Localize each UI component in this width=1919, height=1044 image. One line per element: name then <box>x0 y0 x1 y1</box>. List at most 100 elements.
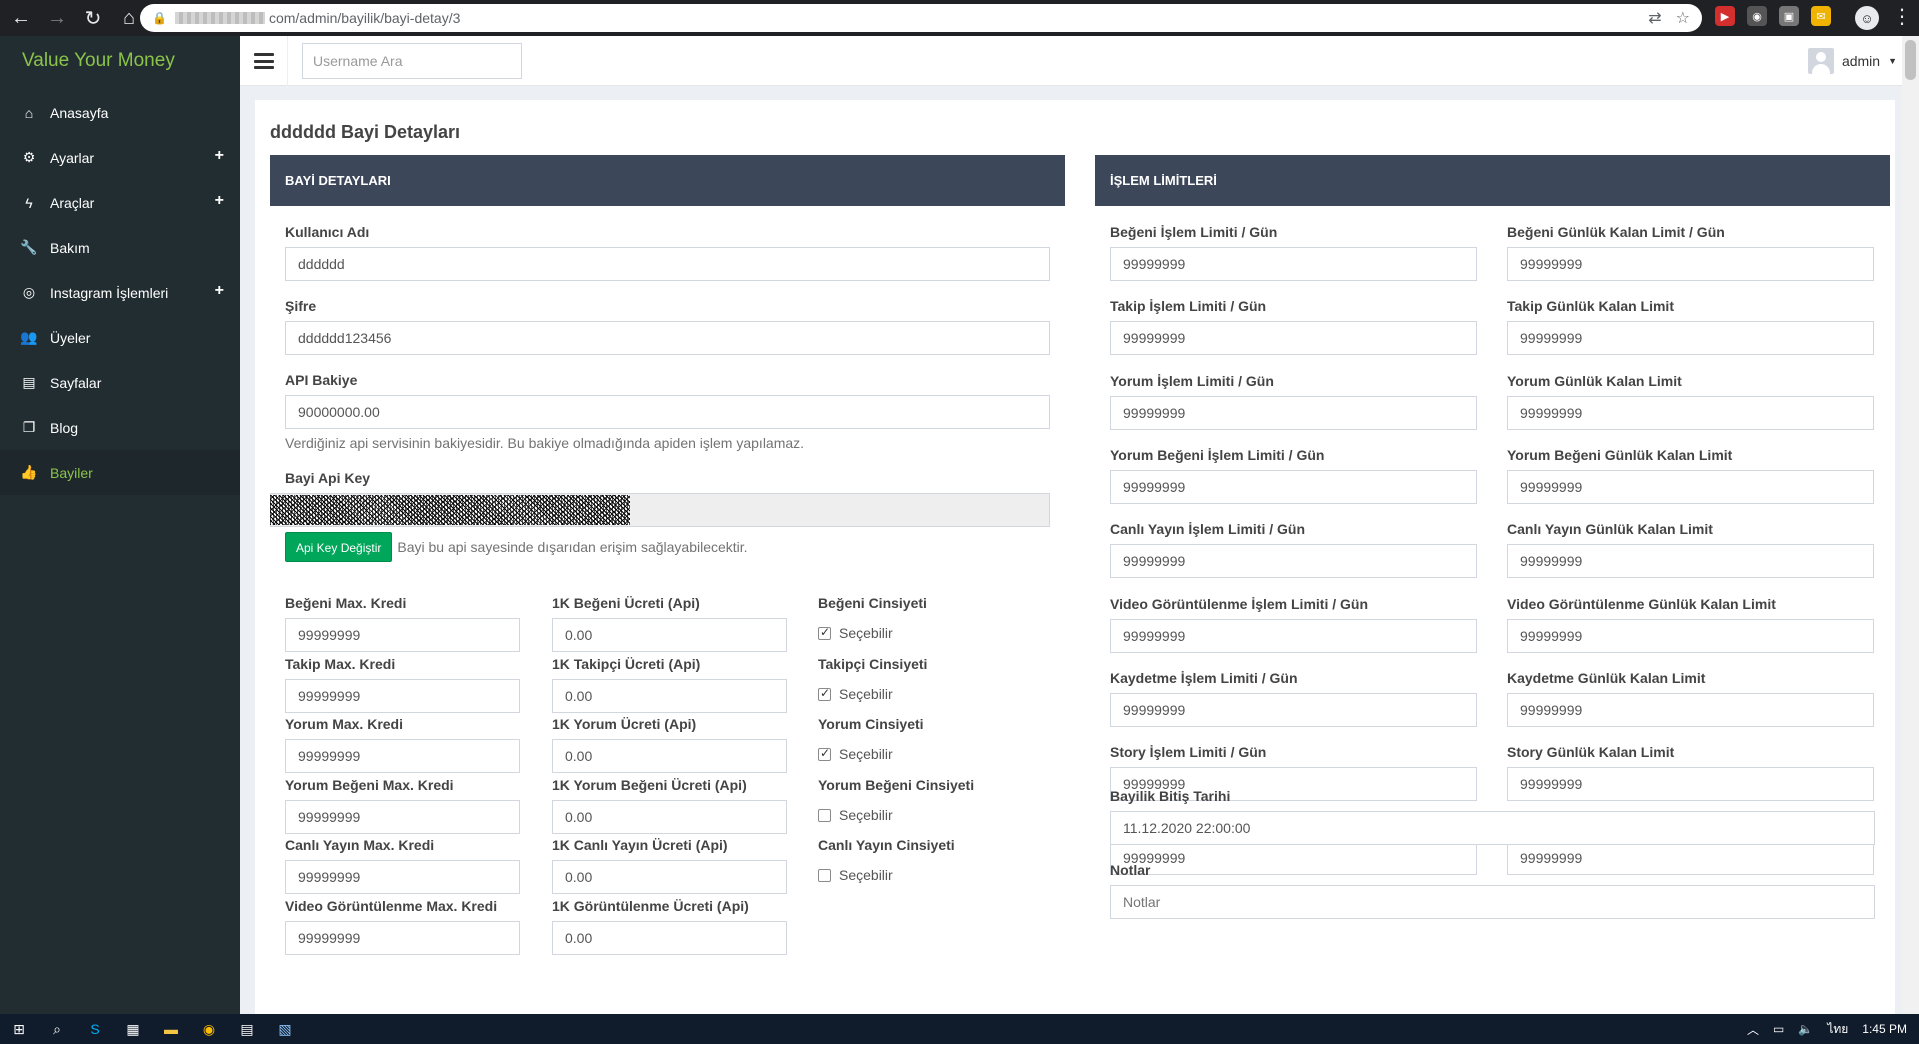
api-balance-field[interactable] <box>285 395 1050 429</box>
skype-icon[interactable]: S <box>76 1014 114 1044</box>
windows-start-icon[interactable]: ⊞ <box>0 1014 38 1044</box>
daily-limit-label: Takip İşlem Limiti / Gün <box>1110 298 1267 314</box>
gender-checkbox[interactable] <box>818 808 831 822</box>
caret-down-icon: ▼ <box>1888 56 1897 66</box>
search-icon[interactable]: ⌕ <box>38 1014 76 1044</box>
sidebar-item-bayiler[interactable]: 👍 Bayiler <box>0 450 240 495</box>
extension-icon-4[interactable]: ✉ <box>1811 6 1831 26</box>
max-credit-field[interactable] <box>285 921 520 955</box>
remaining-limit-field[interactable] <box>1507 396 1874 430</box>
max-credit-field[interactable] <box>285 739 520 773</box>
calculator-icon[interactable]: ▤ <box>228 1014 266 1044</box>
remaining-limit-field[interactable] <box>1507 247 1874 281</box>
remaining-limit-field[interactable] <box>1507 544 1874 578</box>
daily-limit-field[interactable] <box>1110 470 1477 504</box>
password-group: Şifre <box>285 296 1050 355</box>
reload-icon[interactable]: ↻ <box>78 3 108 33</box>
api-key-label: Bayi Api Key <box>285 470 371 486</box>
sidebar-item-bak-m[interactable]: 🔧 Bakım <box>0 225 240 270</box>
username-field[interactable] <box>285 247 1050 281</box>
file-explorer-icon[interactable]: ▬ <box>152 1014 190 1044</box>
extension-icon-2[interactable]: ◉ <box>1747 6 1767 26</box>
sidebar-item-sayfalar[interactable]: ▤ Sayfalar <box>0 360 240 405</box>
gender-checkbox[interactable] <box>818 746 831 761</box>
brand-logo[interactable]: Value Your Money <box>0 36 240 86</box>
remaining-limit-field[interactable] <box>1507 321 1874 355</box>
username-group: Kullanıcı Adı <box>285 222 1050 281</box>
remaining-limit-label: Takip Günlük Kalan Limit <box>1507 298 1674 314</box>
max-credit-field[interactable] <box>285 679 520 713</box>
fee-field[interactable] <box>552 800 787 834</box>
address-bar[interactable]: 🔒 com/admin/bayilik/bayi-detay/3 ⇄ ☆ <box>140 4 1702 32</box>
gender-checkbox[interactable] <box>818 686 831 701</box>
end-date-group: Bayilik Bitiş Tarihi <box>1110 786 1875 845</box>
page-title: dddddd Bayi Detayları <box>270 122 461 142</box>
daily-limit-field[interactable] <box>1110 321 1477 355</box>
sidebar-item-ara-lar[interactable]: ϟ Araçlar + <box>0 180 240 225</box>
hamburger-menu-icon[interactable] <box>254 50 274 72</box>
input-language[interactable]: ไทย <box>1827 1020 1848 1039</box>
remaining-limit-field[interactable] <box>1507 693 1874 727</box>
password-label: Şifre <box>285 298 317 314</box>
max-credit-field[interactable] <box>285 800 520 834</box>
network-icon[interactable]: ▭ <box>1773 1022 1784 1036</box>
tray-chevron-icon[interactable]: ︿ <box>1747 1021 1759 1038</box>
expand-plus-icon[interactable]: + <box>215 282 224 300</box>
extension-icon-1[interactable]: ▶ <box>1715 6 1735 26</box>
api-balance-group: API Bakiye Verdiğiniz api servisinin bak… <box>285 370 1050 451</box>
forward-icon[interactable]: → <box>42 3 72 33</box>
fee-field[interactable] <box>552 860 787 894</box>
api-key-field[interactable] <box>270 493 1050 527</box>
fee-field[interactable] <box>552 739 787 773</box>
gender-checkbox-row[interactable]: Seçebilir <box>818 807 1048 823</box>
change-api-key-button[interactable]: Api Key Değiştir <box>285 532 393 562</box>
fee-field[interactable] <box>552 618 787 652</box>
username-search-input[interactable] <box>302 43 522 79</box>
daily-limit-field[interactable] <box>1110 396 1477 430</box>
fee-field[interactable] <box>552 921 787 955</box>
gender-checkbox-row[interactable]: Seçebilir <box>818 867 1048 883</box>
translate-icon[interactable]: ⇄ <box>1648 8 1661 28</box>
remaining-limit-field[interactable] <box>1507 470 1874 504</box>
api-key-redacted <box>270 495 630 525</box>
daily-limit-field[interactable] <box>1110 544 1477 578</box>
notes-field[interactable] <box>1110 885 1875 919</box>
sidebar-item--yeler[interactable]: 👥 Üyeler <box>0 315 240 360</box>
expand-plus-icon[interactable]: + <box>215 192 224 210</box>
sidebar-item-anasayfa[interactable]: ⌂ Anasayfa <box>0 90 240 135</box>
gender-checkbox-row[interactable]: Seçebilir <box>818 746 1048 762</box>
end-date-field[interactable] <box>1110 811 1875 845</box>
gender-checkbox-row[interactable]: Seçebilir <box>818 686 1048 702</box>
browser-menu-icon[interactable]: ⋮ <box>1892 4 1912 29</box>
password-field[interactable] <box>285 321 1050 355</box>
network-app-icon[interactable]: ▦ <box>114 1014 152 1044</box>
user-menu[interactable]: admin ▼ <box>1807 48 1897 74</box>
daily-limit-field[interactable] <box>1110 619 1477 653</box>
gender-checkbox[interactable] <box>818 625 831 640</box>
chrome-icon[interactable]: ◉ <box>190 1014 228 1044</box>
max-credit-field[interactable] <box>285 618 520 652</box>
gender-checkbox-row[interactable]: Seçebilir <box>818 625 1048 641</box>
clock[interactable]: 1:45 PM <box>1862 1022 1907 1036</box>
top-header: admin ▼ <box>240 36 1919 1014</box>
notes-group: Notlar <box>1110 860 1875 919</box>
remaining-limit-field[interactable] <box>1507 619 1874 653</box>
fee-field[interactable] <box>552 679 787 713</box>
notepad-icon[interactable]: ▧ <box>266 1014 304 1044</box>
bookmark-star-icon[interactable]: ☆ <box>1676 8 1690 28</box>
sidebar-item-instagram-i-lemleri[interactable]: ◎ Instagram İşlemleri + <box>0 270 240 315</box>
max-credit-field[interactable] <box>285 860 520 894</box>
remaining-limit-group: Kaydetme Günlük Kalan Limit <box>1507 668 1874 727</box>
sidebar-item-blog[interactable]: ❐ Blog <box>0 405 240 450</box>
expand-plus-icon[interactable]: + <box>215 147 224 165</box>
sidebar-item-ayarlar[interactable]: ⚙ Ayarlar + <box>0 135 240 180</box>
volume-icon[interactable]: 🔈 <box>1798 1022 1813 1036</box>
fee-label: 1K Beğeni Ücreti (Api) <box>552 595 700 611</box>
profile-icon[interactable]: ☺ <box>1855 6 1879 30</box>
back-icon[interactable]: ← <box>6 3 36 33</box>
daily-limit-field[interactable] <box>1110 247 1477 281</box>
extension-icon-3[interactable]: ▣ <box>1779 6 1799 26</box>
daily-limit-field[interactable] <box>1110 693 1477 727</box>
gender-checkbox[interactable] <box>818 868 831 882</box>
page-scrollbar[interactable] <box>1902 36 1919 1014</box>
